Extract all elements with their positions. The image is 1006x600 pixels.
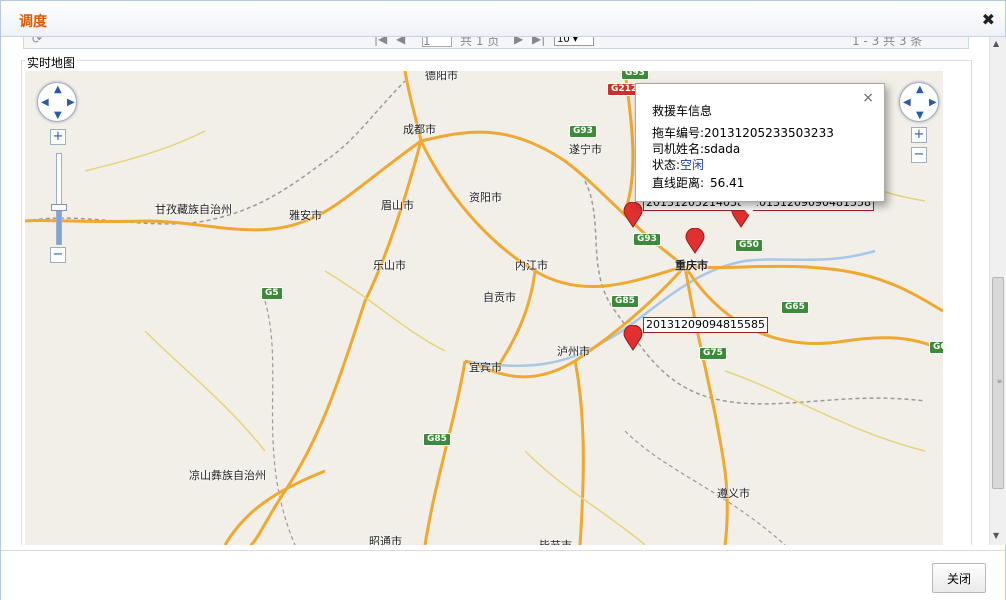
last-page-icon[interactable]: ▶| — [532, 37, 545, 46]
close-button[interactable]: 关闭 — [932, 563, 986, 593]
highway-shield: G85 — [611, 295, 639, 308]
first-page-icon[interactable]: |◀ — [374, 37, 387, 46]
popup-driver-name: 司机姓名:sdada — [652, 142, 741, 156]
pan-up-icon[interactable]: ▲ — [916, 84, 924, 95]
zoom-in-button[interactable]: + — [50, 129, 66, 145]
popup-status: 状态:空闲 — [652, 158, 705, 172]
page-input[interactable]: 1 — [422, 37, 452, 48]
city-label: 眉山市 — [381, 199, 414, 212]
city-label: 自贡市 — [483, 291, 516, 304]
city-label: 毕节市 — [539, 537, 572, 545]
pan-control-right[interactable]: ▲ ▼ ◀ ▶ — [899, 82, 939, 122]
grip-icon: ≡ — [997, 378, 1003, 385]
city-label: 德阳市 — [425, 71, 458, 82]
pan-down-icon[interactable]: ▼ — [54, 110, 62, 121]
pan-up-icon[interactable]: ▲ — [54, 84, 62, 95]
page-total: 共 1 页 — [460, 37, 500, 48]
city-label: 资阳市 — [469, 191, 502, 204]
vehicle-marker[interactable] — [623, 202, 643, 228]
city-label: 内江市 — [515, 259, 548, 272]
vehicle-marker[interactable] — [623, 325, 643, 351]
vehicle-marker[interactable] — [685, 228, 705, 254]
pan-down-icon[interactable]: ▼ — [916, 110, 924, 121]
city-label: 雅安市 — [289, 209, 322, 222]
city-label: 成都市 — [403, 123, 436, 136]
highway-shield: G75 — [699, 347, 727, 360]
realtime-map[interactable]: 成都市 遂宁市 资阳市 眉山市 雅安市 甘孜藏族自治州 乐山市 内江市 自贡市 … — [25, 71, 943, 545]
zoom-out-button-right[interactable]: − — [911, 147, 927, 163]
highway-shield: G50 — [735, 239, 763, 252]
scroll-down-icon[interactable]: ▼ — [993, 531, 999, 540]
popup-tail — [737, 201, 761, 215]
zoom-slider-fill — [57, 206, 61, 244]
realtime-map-legend: 实时地图 — [25, 54, 78, 71]
city-label: 乐山市 — [373, 259, 406, 272]
city-label: 甘孜藏族自治州 — [155, 203, 232, 216]
highway-shield: G93 — [621, 71, 649, 80]
highway-shield: G93 — [633, 233, 661, 246]
pan-control-left[interactable]: ▲ ▼ ◀ ▶ — [37, 82, 77, 122]
popup-distance: 直线距离: 56.41 — [652, 176, 745, 190]
popup-title: 救援车信息 — [652, 104, 713, 118]
page-size-select[interactable]: 10 ▾ — [554, 37, 594, 46]
pager-bar: ⟳ |◀ ◀ 1 共 1 页 ▶ ▶| 10 ▾ 1 - 3 共 3 条 — [23, 37, 969, 49]
refresh-icon[interactable]: ⟳ — [32, 37, 42, 46]
dialog-title: 调度 — [19, 14, 47, 30]
highway-shield: G65 — [781, 301, 809, 314]
zoom-in-button-right[interactable]: + — [911, 127, 927, 143]
city-label: 遵义市 — [717, 487, 750, 500]
pan-right-icon[interactable]: ▶ — [67, 97, 75, 108]
zoom-out-button[interactable]: − — [50, 247, 66, 263]
pan-right-icon[interactable]: ▶ — [929, 97, 937, 108]
next-page-icon[interactable]: ▶ — [514, 37, 523, 46]
city-label: 重庆市 — [675, 259, 708, 272]
pan-left-icon[interactable]: ◀ — [41, 97, 49, 108]
dialog-titlebar: 调度 ✖ — [1, 1, 1005, 37]
city-label: 凉山彝族自治州 — [189, 469, 266, 482]
highway-shield: G6 — [929, 341, 943, 354]
vertical-scrollbar[interactable]: ▲ ≡ ▼ — [989, 37, 1006, 545]
vehicle-label[interactable]: 20131209094815585 — [643, 317, 768, 333]
highway-shield: G93 — [569, 125, 597, 138]
scrollbar-thumb[interactable]: ≡ — [992, 277, 1004, 489]
dispatch-dialog: 调度 ✖ ⟳ |◀ ◀ 1 共 1 页 ▶ ▶| 10 ▾ 1 - 3 共 3 … — [0, 0, 1006, 600]
prev-page-icon[interactable]: ◀ — [396, 37, 405, 46]
pan-left-icon[interactable]: ◀ — [903, 97, 911, 108]
dialog-close-icon[interactable]: ✖ — [982, 10, 995, 29]
scroll-up-icon[interactable]: ▲ — [993, 39, 999, 48]
highway-shield: G5 — [261, 287, 283, 300]
rescue-vehicle-popup: × 救援车信息 拖车编号:20131205233503233 司机姓名:sdad… — [635, 83, 885, 202]
popup-close-icon[interactable]: × — [862, 90, 874, 106]
popup-tow-number: 拖车编号:20131205233503233 — [652, 126, 834, 140]
record-range: 1 - 3 共 3 条 — [852, 37, 923, 48]
dialog-footer: 关闭 — [1, 550, 1005, 600]
zoom-slider-knob[interactable] — [51, 204, 67, 211]
highway-shield: G85 — [423, 433, 451, 446]
city-label: 宜宾市 — [469, 361, 502, 374]
city-label: 遂宁市 — [569, 143, 602, 156]
status-link[interactable]: 空闲 — [680, 158, 704, 172]
zoom-slider-track[interactable] — [56, 153, 62, 245]
city-label: 泸州市 — [557, 345, 590, 358]
dialog-content: ⟳ |◀ ◀ 1 共 1 页 ▶ ▶| 10 ▾ 1 - 3 共 3 条 实时地… — [1, 37, 991, 545]
city-label: 昭通市 — [369, 535, 402, 545]
